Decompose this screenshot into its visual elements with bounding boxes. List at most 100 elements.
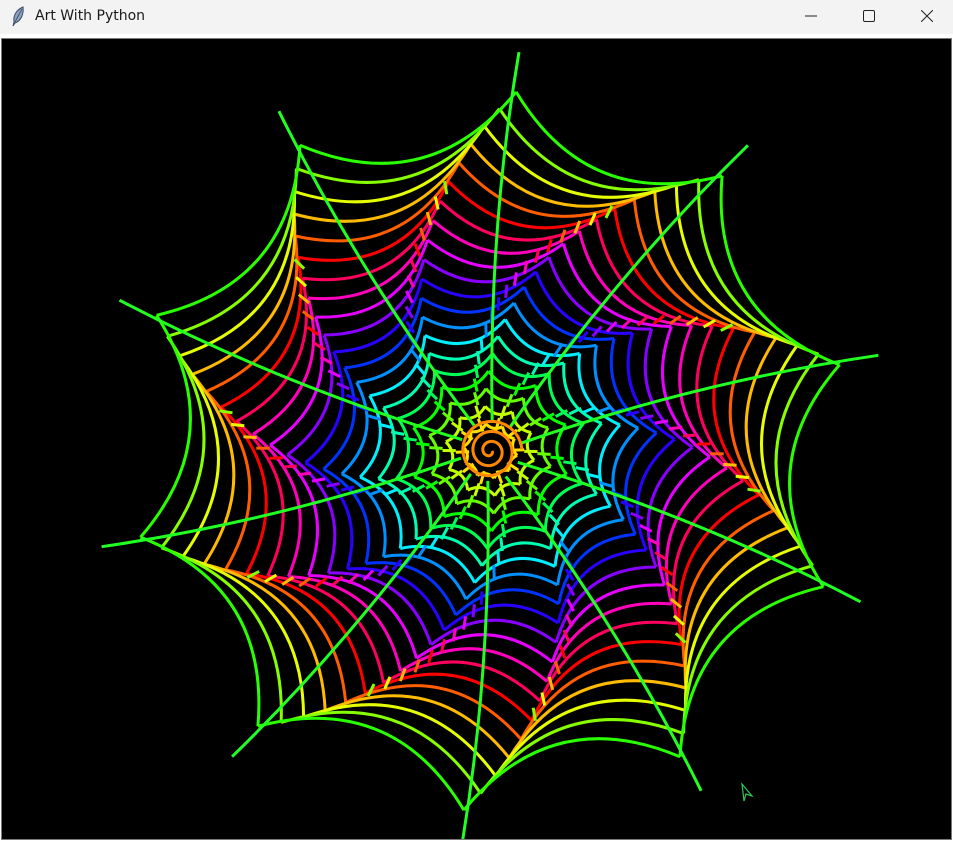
web-arc bbox=[684, 544, 802, 711]
web-link bbox=[668, 425, 683, 431]
web-arc bbox=[166, 168, 298, 338]
web-link bbox=[219, 409, 233, 415]
web-arc bbox=[191, 213, 297, 376]
maximize-icon bbox=[863, 10, 875, 22]
spider-web-drawing bbox=[101, 51, 879, 839]
web-arc bbox=[235, 277, 308, 423]
app-window: Art With Python bbox=[0, 0, 953, 841]
web-link bbox=[283, 464, 297, 469]
web-link bbox=[564, 613, 574, 628]
web-arc bbox=[678, 585, 824, 757]
web-arc bbox=[543, 482, 583, 532]
close-button[interactable] bbox=[898, 0, 953, 32]
web-arc bbox=[444, 440, 455, 471]
web-link bbox=[479, 591, 484, 605]
web-link bbox=[501, 510, 508, 524]
web-arc bbox=[156, 145, 302, 317]
web-link bbox=[500, 496, 507, 511]
web-link bbox=[496, 297, 501, 311]
web-arc bbox=[570, 422, 585, 485]
title-bar[interactable]: Art With Python bbox=[0, 0, 953, 34]
web-link bbox=[563, 460, 577, 466]
minimize-button[interactable] bbox=[782, 0, 840, 32]
web-arc bbox=[547, 256, 652, 331]
minimize-icon bbox=[805, 10, 817, 22]
web-arc bbox=[457, 161, 635, 218]
web-arc bbox=[161, 546, 283, 723]
web-arc bbox=[467, 485, 497, 497]
web-link bbox=[723, 462, 737, 467]
web-arc bbox=[672, 479, 745, 625]
web-link bbox=[582, 406, 596, 414]
close-icon bbox=[921, 10, 933, 22]
web-arc bbox=[697, 179, 819, 356]
web-arc bbox=[280, 710, 482, 795]
turtle-canvas[interactable] bbox=[1, 38, 952, 840]
web-link bbox=[512, 272, 518, 286]
web-arc bbox=[397, 370, 437, 420]
web-link bbox=[416, 442, 430, 447]
web-link bbox=[499, 537, 504, 552]
web-link bbox=[269, 456, 284, 460]
web-arc bbox=[498, 107, 700, 192]
web-link bbox=[541, 353, 551, 366]
web-arc bbox=[547, 373, 584, 425]
web-arc bbox=[514, 91, 723, 186]
web-link bbox=[369, 488, 384, 496]
web-link bbox=[462, 616, 468, 630]
web-arc bbox=[139, 314, 192, 539]
feather-icon bbox=[10, 6, 26, 28]
web-link bbox=[683, 433, 697, 438]
web-arc bbox=[635, 438, 676, 551]
web-arc bbox=[412, 426, 425, 479]
web-arc bbox=[646, 446, 694, 568]
web-link bbox=[429, 536, 439, 549]
web-link bbox=[327, 369, 341, 379]
web-link bbox=[554, 526, 566, 539]
web-arc bbox=[304, 461, 354, 570]
web-link bbox=[596, 406, 611, 414]
web-arc bbox=[788, 363, 841, 588]
web-link bbox=[410, 349, 422, 363]
web-arc bbox=[683, 526, 789, 689]
web-arc bbox=[328, 571, 433, 646]
web-link bbox=[696, 442, 711, 446]
web-arc bbox=[257, 716, 466, 811]
web-link bbox=[403, 436, 417, 442]
web-link bbox=[640, 414, 654, 420]
web-arc bbox=[483, 405, 513, 417]
web-link bbox=[735, 474, 750, 480]
web-link bbox=[496, 551, 501, 565]
web-arc bbox=[304, 351, 345, 464]
arrow-icon bbox=[741, 782, 754, 802]
web-link bbox=[384, 488, 398, 496]
web-arc bbox=[345, 684, 523, 741]
window-title: Art With Python bbox=[35, 8, 146, 24]
web-arc bbox=[396, 477, 433, 529]
web-link bbox=[550, 455, 564, 460]
web-link bbox=[558, 539, 570, 553]
web-arc bbox=[555, 423, 568, 476]
web-arc bbox=[496, 335, 565, 368]
web-arc bbox=[626, 332, 676, 441]
web-arc bbox=[235, 420, 285, 577]
web-link bbox=[472, 378, 479, 392]
web-link bbox=[429, 446, 443, 450]
web-link bbox=[471, 603, 476, 618]
web-link bbox=[476, 350, 481, 365]
web-link bbox=[312, 341, 326, 351]
web-arc bbox=[395, 417, 410, 480]
web-arc bbox=[682, 564, 814, 734]
maximize-button[interactable] bbox=[840, 0, 898, 32]
web-link bbox=[406, 274, 416, 289]
web-link bbox=[654, 551, 668, 561]
web-link bbox=[499, 405, 507, 420]
web-arc bbox=[525, 431, 536, 462]
web-link bbox=[747, 487, 761, 493]
web-link bbox=[639, 523, 653, 533]
web-link bbox=[414, 363, 426, 376]
web-link bbox=[479, 337, 484, 351]
web-arc bbox=[695, 325, 745, 482]
web-link bbox=[504, 284, 509, 299]
web-arc bbox=[415, 534, 484, 567]
